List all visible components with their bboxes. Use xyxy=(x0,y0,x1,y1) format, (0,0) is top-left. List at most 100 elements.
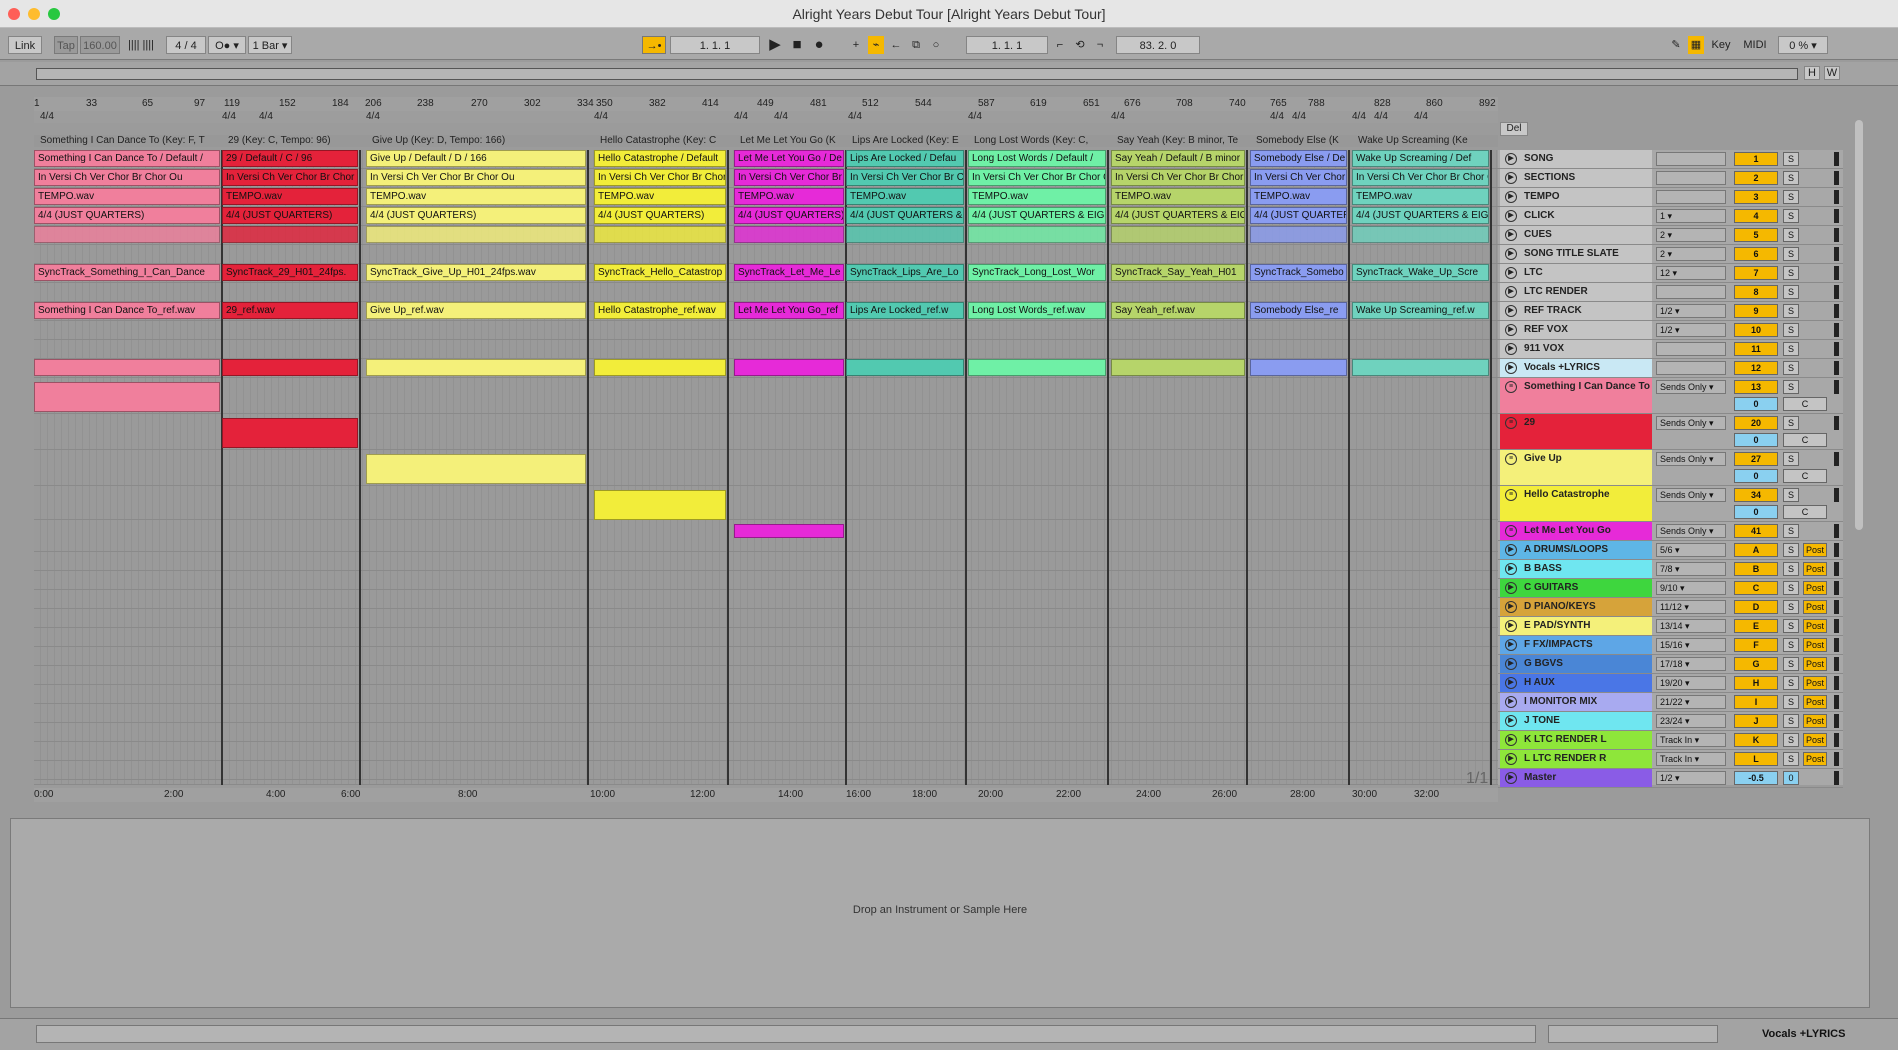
lyrics-clip[interactable] xyxy=(366,359,586,376)
track-io-menu[interactable]: 11/12 ▾ xyxy=(1656,600,1726,614)
track-lane[interactable] xyxy=(34,666,1498,685)
track-fold-icon[interactable]: ▶ xyxy=(1505,191,1517,203)
ref-track-clip[interactable]: Say Yeah_ref.wav xyxy=(1111,302,1245,319)
track-header[interactable]: A DRUMS/LOOPS ▶ 5/6 ▾ A S Post xyxy=(1498,541,1843,560)
metronome-icon[interactable]: |||| |||| xyxy=(126,36,156,54)
cues-clip[interactable] xyxy=(594,226,726,243)
track-header[interactable]: Hello Catastrophe ≡ Sends Only ▾ 34 S 0 C xyxy=(1498,486,1843,522)
track-activator[interactable]: 6 xyxy=(1734,247,1778,261)
track-activator[interactable]: 34 xyxy=(1734,488,1778,502)
signature-marker[interactable]: 4/4 xyxy=(1111,111,1125,122)
session-record-icon[interactable]: ○ xyxy=(928,36,944,54)
cues-clip[interactable] xyxy=(1111,226,1245,243)
track-io-menu[interactable] xyxy=(1656,361,1726,375)
solo-button[interactable]: 0 xyxy=(1783,771,1799,785)
capture-icon[interactable]: ⧉ xyxy=(908,36,924,54)
track-lane[interactable] xyxy=(34,571,1498,590)
midi-map-button[interactable]: MIDI xyxy=(1740,36,1770,54)
track-header[interactable]: B BASS ▶ 7/8 ▾ B S Post xyxy=(1498,560,1843,579)
sections-clip[interactable]: In Versi Ch Ver Chor Br Chor Ou xyxy=(1111,169,1245,186)
ltc-clip[interactable]: SyncTrack_Hello_Catastrop xyxy=(594,264,726,281)
track-lane[interactable] xyxy=(34,723,1498,742)
cues-clip[interactable] xyxy=(366,226,586,243)
track-activator[interactable]: 4 xyxy=(1734,209,1778,223)
draw-mode-icon[interactable]: ✎ xyxy=(1668,36,1684,54)
solo-button[interactable]: S xyxy=(1783,752,1799,766)
signature-marker[interactable]: 4/4 xyxy=(366,111,380,122)
sections-clip[interactable]: In Versi Ch Ver Chor Br Chor Ou xyxy=(1250,169,1347,186)
sections-clip[interactable]: In Versi Ch Ver Chor Br Chor Ou xyxy=(846,169,964,186)
ref-track-clip[interactable]: Wake Up Screaming_ref.w xyxy=(1352,302,1489,319)
cues-clip[interactable] xyxy=(968,226,1106,243)
track-fold-icon[interactable]: ▶ xyxy=(1505,715,1517,727)
track-fold-icon[interactable]: ▶ xyxy=(1505,305,1517,317)
vertical-scrollbar[interactable] xyxy=(1855,120,1863,530)
track-activator[interactable]: 7 xyxy=(1734,266,1778,280)
track-name[interactable]: 911 VOX ▶ xyxy=(1500,340,1652,358)
loop-switch-icon[interactable]: ⟲ xyxy=(1072,36,1088,54)
signature-marker[interactable]: 4/4 xyxy=(1374,111,1388,122)
track-header[interactable]: L LTC RENDER R ▶ Track In ▾ L S Post xyxy=(1498,750,1843,769)
click-clip[interactable]: 4/4 (JUST QUARTERS & EIGH xyxy=(1250,207,1347,224)
track-header[interactable]: H AUX ▶ 19/20 ▾ H S Post xyxy=(1498,674,1843,693)
track-activator[interactable]: 41 xyxy=(1734,524,1778,538)
cues-clip[interactable] xyxy=(1250,226,1347,243)
track-activator[interactable]: B xyxy=(1734,562,1778,576)
track-io-menu[interactable] xyxy=(1656,190,1726,204)
overview-h-button[interactable]: H xyxy=(1804,66,1820,80)
track-io-menu[interactable]: Sends Only ▾ xyxy=(1656,416,1726,430)
track-activator[interactable]: C xyxy=(1734,581,1778,595)
track-header[interactable]: LTC ▶ 12 ▾ 7 S xyxy=(1498,264,1843,283)
song-clip[interactable]: Long Lost Words / Default / xyxy=(968,150,1106,167)
click-clip[interactable]: 4/4 (JUST QUARTERS & EIGH xyxy=(1111,207,1245,224)
ltc-clip[interactable]: SyncTrack_29_H01_24fps. xyxy=(222,264,358,281)
cues-clip[interactable] xyxy=(846,226,964,243)
track-name[interactable]: A DRUMS/LOOPS ▶ xyxy=(1500,541,1652,559)
solo-button[interactable]: S xyxy=(1783,562,1799,576)
track-fold-icon[interactable]: ≡ xyxy=(1505,489,1517,501)
track-name[interactable]: CLICK ▶ xyxy=(1500,207,1652,225)
ref-track-clip[interactable]: Hello Catastrophe_ref.wav xyxy=(594,302,726,319)
track-name[interactable]: J TONE ▶ xyxy=(1500,712,1652,730)
track-name[interactable]: E PAD/SYNTH ▶ xyxy=(1500,617,1652,635)
track-fold-icon[interactable]: ▶ xyxy=(1505,753,1517,765)
signature-marker[interactable]: 4/4 xyxy=(222,111,236,122)
solo-button[interactable]: S xyxy=(1783,152,1799,166)
track-io-menu[interactable]: 17/18 ▾ xyxy=(1656,657,1726,671)
track-header[interactable]: REF VOX ▶ 1/2 ▾ 10 S xyxy=(1498,321,1843,340)
track-fold-icon[interactable]: ▶ xyxy=(1505,677,1517,689)
track-activator[interactable]: 5 xyxy=(1734,228,1778,242)
ltc-clip[interactable]: SyncTrack_Give_Up_H01_24fps.wav xyxy=(366,264,586,281)
track-io-menu[interactable] xyxy=(1656,171,1726,185)
solo-button[interactable]: S xyxy=(1783,380,1799,394)
track-io-menu[interactable]: Sends Only ▾ xyxy=(1656,380,1726,394)
post-button[interactable]: Post xyxy=(1803,733,1827,747)
solo-button[interactable]: S xyxy=(1783,266,1799,280)
track-name[interactable]: 29 ≡ xyxy=(1500,414,1652,449)
solo-button[interactable]: S xyxy=(1783,543,1799,557)
solo-button[interactable]: S xyxy=(1783,524,1799,538)
computer-keyboard-icon[interactable]: ▦ xyxy=(1688,36,1704,54)
overdub-icon[interactable]: + xyxy=(848,36,864,54)
solo-button[interactable]: S xyxy=(1783,638,1799,652)
punch-in-icon[interactable]: ⌐ xyxy=(1052,36,1068,54)
track-io-menu[interactable]: Sends Only ▾ xyxy=(1656,452,1726,466)
post-button[interactable]: Post xyxy=(1803,638,1827,652)
track-activator[interactable]: 10 xyxy=(1734,323,1778,337)
track-lane[interactable] xyxy=(34,552,1498,571)
track-fold-icon[interactable]: ▶ xyxy=(1505,658,1517,670)
track-lane[interactable] xyxy=(34,647,1498,666)
signature-marker[interactable]: 4/4 xyxy=(774,111,788,122)
ltc-clip[interactable]: SyncTrack_Say_Yeah_H01 xyxy=(1111,264,1245,281)
track-fold-icon[interactable]: ▶ xyxy=(1505,563,1517,575)
track-io-menu[interactable]: 1/2 ▾ xyxy=(1656,323,1726,337)
cues-clip[interactable] xyxy=(1352,226,1489,243)
tempo-clip[interactable]: TEMPO.wav xyxy=(734,188,844,205)
track-header[interactable]: SONG ▶ 1 S xyxy=(1498,150,1843,169)
track-name[interactable]: REF TRACK ▶ xyxy=(1500,302,1652,320)
sections-clip[interactable]: In Versi Ch Ver Chor Br Chor Ou xyxy=(222,169,358,186)
post-button[interactable]: Post xyxy=(1803,619,1827,633)
post-button[interactable]: Post xyxy=(1803,657,1827,671)
post-button[interactable]: Post xyxy=(1803,600,1827,614)
click-clip[interactable]: 4/4 (JUST QUARTERS & EIGH xyxy=(1352,207,1489,224)
